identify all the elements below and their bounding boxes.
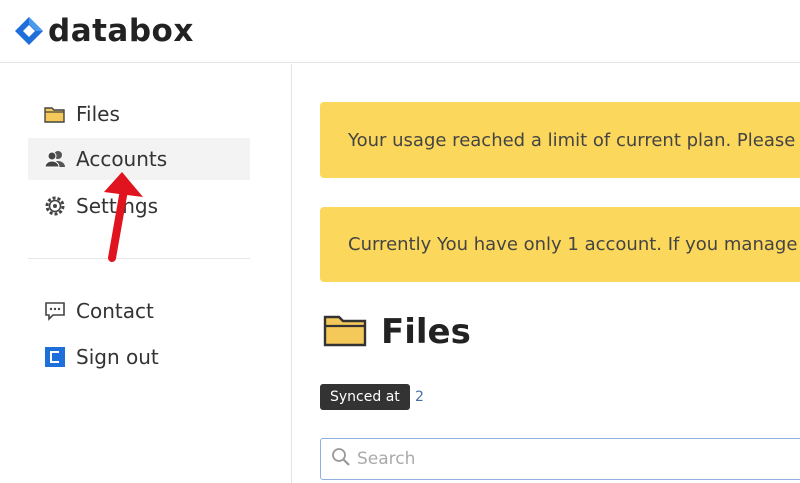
synced-at-label: Synced at [330, 389, 400, 405]
logo-text: databox [48, 13, 194, 49]
app-header: databox [0, 0, 800, 63]
alert-text: Currently You have only 1 account. If yo… [348, 234, 800, 255]
sidebar-item-label: Accounts [76, 147, 168, 171]
users-icon [44, 148, 66, 170]
account-count-alert: Currently You have only 1 account. If yo… [320, 207, 800, 282]
sidebar-item-label: Contact [76, 299, 154, 323]
search-icon [331, 447, 351, 471]
folder-icon [44, 103, 66, 125]
sidebar-item-sign-out[interactable]: Sign out [28, 336, 250, 378]
sidebar-divider [28, 258, 250, 259]
sidebar: Files Accounts Settings Contact Sign out [0, 64, 292, 483]
folder-icon [323, 312, 367, 352]
main-content: Your usage reached a limit of current pl… [293, 64, 800, 483]
synced-at-badge: Synced at [320, 384, 410, 410]
synced-at-value: 2 [415, 389, 424, 405]
sidebar-item-accounts[interactable]: Accounts [28, 138, 250, 180]
sidebar-item-label: Sign out [76, 345, 159, 369]
sidebar-item-files[interactable]: Files [28, 93, 250, 135]
page-title-text: Files [381, 312, 471, 352]
chat-icon [44, 300, 66, 322]
sidebar-item-label: Settings [76, 194, 159, 218]
databox-logo-icon [14, 16, 44, 46]
alert-text: Your usage reached a limit of current pl… [348, 129, 800, 151]
sidebar-item-settings[interactable]: Settings [28, 185, 250, 227]
logo[interactable]: databox [14, 14, 194, 48]
sign-out-icon [44, 346, 66, 368]
usage-limit-alert: Your usage reached a limit of current pl… [320, 102, 800, 178]
page-title: Files [323, 312, 471, 352]
search-input[interactable] [357, 449, 757, 469]
sidebar-item-contact[interactable]: Contact [28, 290, 250, 332]
search-box[interactable] [320, 438, 800, 480]
gear-icon [44, 195, 66, 217]
sidebar-item-label: Files [76, 102, 120, 126]
